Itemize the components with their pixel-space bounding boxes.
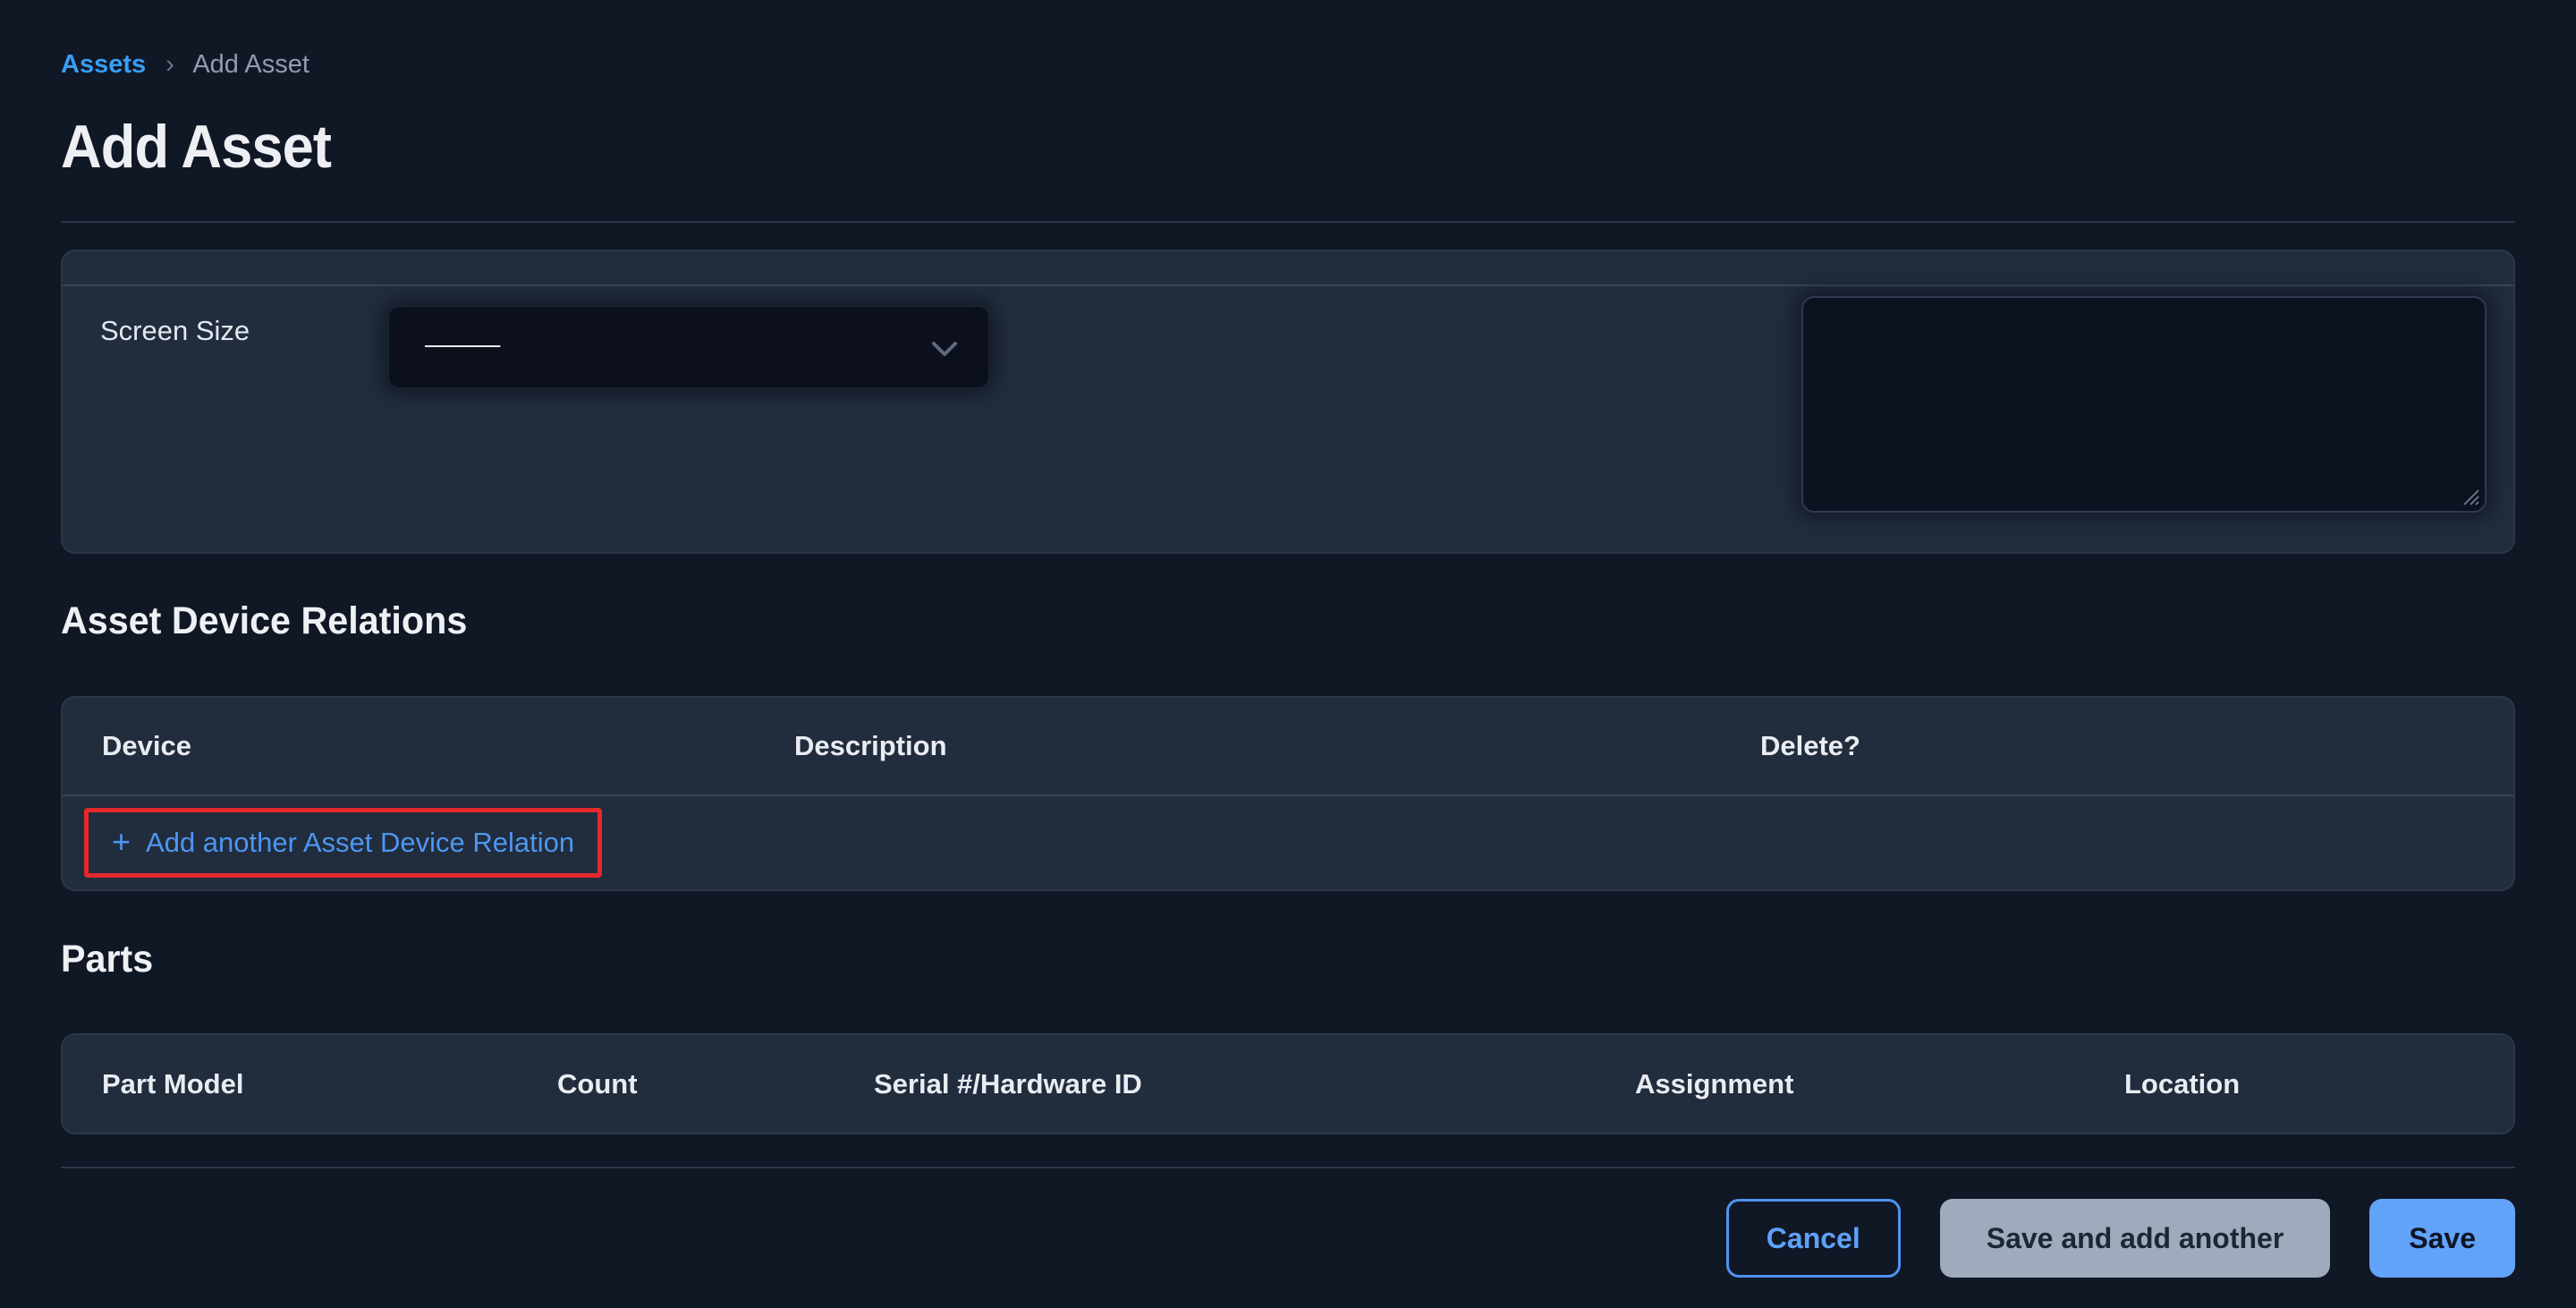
column-header-device: Device	[63, 730, 755, 762]
footer-actions: Cancel Save and add another Save	[61, 1199, 2515, 1278]
asset-device-relations-table: Device Description Delete? + Add another…	[61, 696, 2515, 891]
breadcrumb-separator-icon: ›	[165, 50, 174, 79]
cancel-button[interactable]: Cancel	[1726, 1199, 1901, 1278]
fieldset-partial-row	[63, 251, 2513, 285]
breadcrumb-current: Add Asset	[192, 50, 309, 79]
add-link-label: Add another Asset Device Relation	[146, 827, 574, 859]
parts-table: Part Model Count Serial #/Hardware ID As…	[61, 1033, 2515, 1134]
description-textarea[interactable]	[1801, 296, 2487, 513]
column-header-part-model: Part Model	[63, 1068, 518, 1100]
screen-size-label: Screen Size	[100, 315, 250, 347]
footer-divider	[61, 1167, 2515, 1168]
title-divider	[61, 221, 2515, 223]
section-heading-parts: Parts	[61, 939, 2417, 979]
resize-handle-icon[interactable]	[2458, 484, 2481, 507]
column-header-delete: Delete?	[1721, 730, 2513, 762]
column-header-description: Description	[755, 730, 1721, 762]
chevron-down-icon	[931, 341, 958, 357]
plus-icon: +	[112, 828, 131, 859]
breadcrumb: Assets › Add Asset	[61, 0, 2515, 78]
column-header-assignment: Assignment	[1596, 1068, 2085, 1100]
parts-header-row: Part Model Count Serial #/Hardware ID As…	[63, 1035, 2513, 1133]
screen-size-field-row: Screen Size ———	[63, 286, 2513, 552]
add-asset-device-relation-link[interactable]: + Add another Asset Device Relation	[112, 827, 574, 859]
column-header-count: Count	[518, 1068, 835, 1100]
add-asset-page: Assets › Add Asset Add Asset Screen Size…	[0, 0, 2576, 1308]
relations-add-row: + Add another Asset Device Relation	[63, 796, 2513, 889]
save-button[interactable]: Save	[2369, 1199, 2515, 1278]
column-header-location: Location	[2085, 1068, 2513, 1100]
page-title: Add Asset	[61, 116, 2343, 177]
asset-form-fieldset: Screen Size ———	[61, 250, 2515, 554]
screen-size-selected-value: ———	[425, 328, 496, 366]
section-heading-asset-device-relations: Asset Device Relations	[61, 601, 2417, 641]
screen-size-select[interactable]: ———	[388, 306, 989, 388]
click-target-highlight-box: + Add another Asset Device Relation	[84, 808, 602, 878]
relations-header-row: Device Description Delete?	[63, 698, 2513, 794]
breadcrumb-link-assets[interactable]: Assets	[61, 50, 146, 79]
save-and-add-another-button[interactable]: Save and add another	[1940, 1199, 2331, 1278]
column-header-serial-hardware-id: Serial #/Hardware ID	[835, 1068, 1596, 1100]
